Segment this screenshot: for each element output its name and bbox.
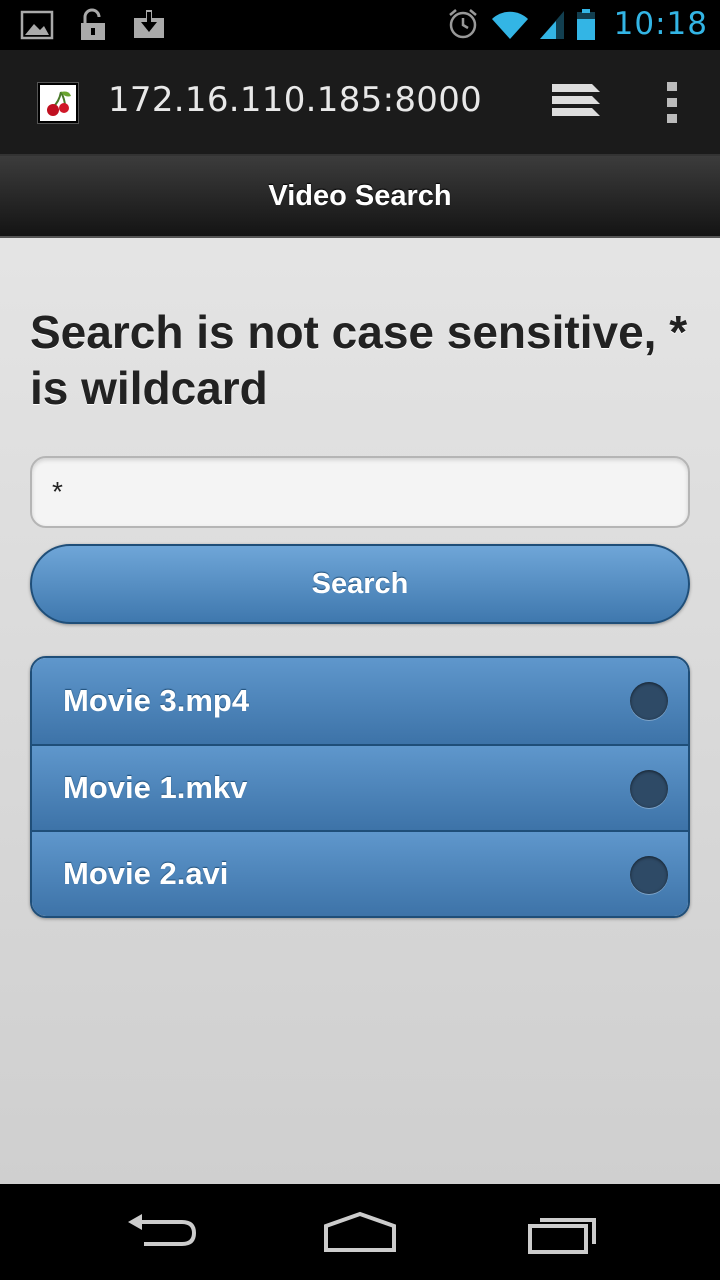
page-title: Video Search [268, 179, 452, 212]
notification-icons [20, 8, 166, 42]
list-item[interactable]: Movie 2.avi [32, 830, 688, 916]
search-button-label: Search [311, 567, 409, 600]
signal-icon [539, 11, 564, 39]
url-field[interactable]: 172.16.110.185:8000 [108, 80, 482, 120]
cherry-favicon-icon [37, 82, 79, 124]
browser-toolbar: 172.16.110.185:8000 [0, 50, 720, 156]
navigation-bar [0, 1184, 720, 1280]
system-icons: 10:18 [446, 6, 708, 42]
web-page: Video Search Search is not case sensitiv… [0, 156, 720, 1184]
back-icon[interactable] [120, 1208, 200, 1258]
home-icon[interactable] [320, 1208, 400, 1258]
arrow-right-icon [630, 770, 668, 808]
arrow-right-icon [630, 856, 668, 894]
battery-icon [576, 9, 595, 40]
search-input[interactable] [30, 456, 690, 528]
list-item[interactable]: Movie 3.mp4 [32, 658, 688, 744]
unlock-icon [81, 8, 105, 40]
page-header: Video Search [0, 156, 720, 238]
wifi-icon [491, 11, 528, 40]
arrow-right-icon [630, 682, 668, 720]
results-list: Movie 3.mp4 Movie 1.mkv Movie 2.avi [30, 656, 690, 918]
list-item[interactable]: Movie 1.mkv [32, 744, 688, 830]
picture-icon [20, 10, 54, 40]
search-instructions: Search is not case sensitive, * is wildc… [30, 306, 688, 414]
status-bar: 10:18 [0, 0, 720, 50]
clock: 10:18 [613, 6, 708, 42]
recent-apps-icon[interactable] [524, 1208, 604, 1258]
alarm-icon [448, 9, 477, 39]
search-button[interactable]: Search [30, 544, 690, 624]
result-label: Movie 2.avi [63, 856, 229, 891]
result-label: Movie 1.mkv [63, 770, 248, 805]
download-icon [134, 10, 164, 38]
result-label: Movie 3.mp4 [63, 683, 250, 718]
tabs-icon[interactable] [550, 80, 602, 122]
overflow-menu-icon[interactable] [660, 78, 684, 128]
